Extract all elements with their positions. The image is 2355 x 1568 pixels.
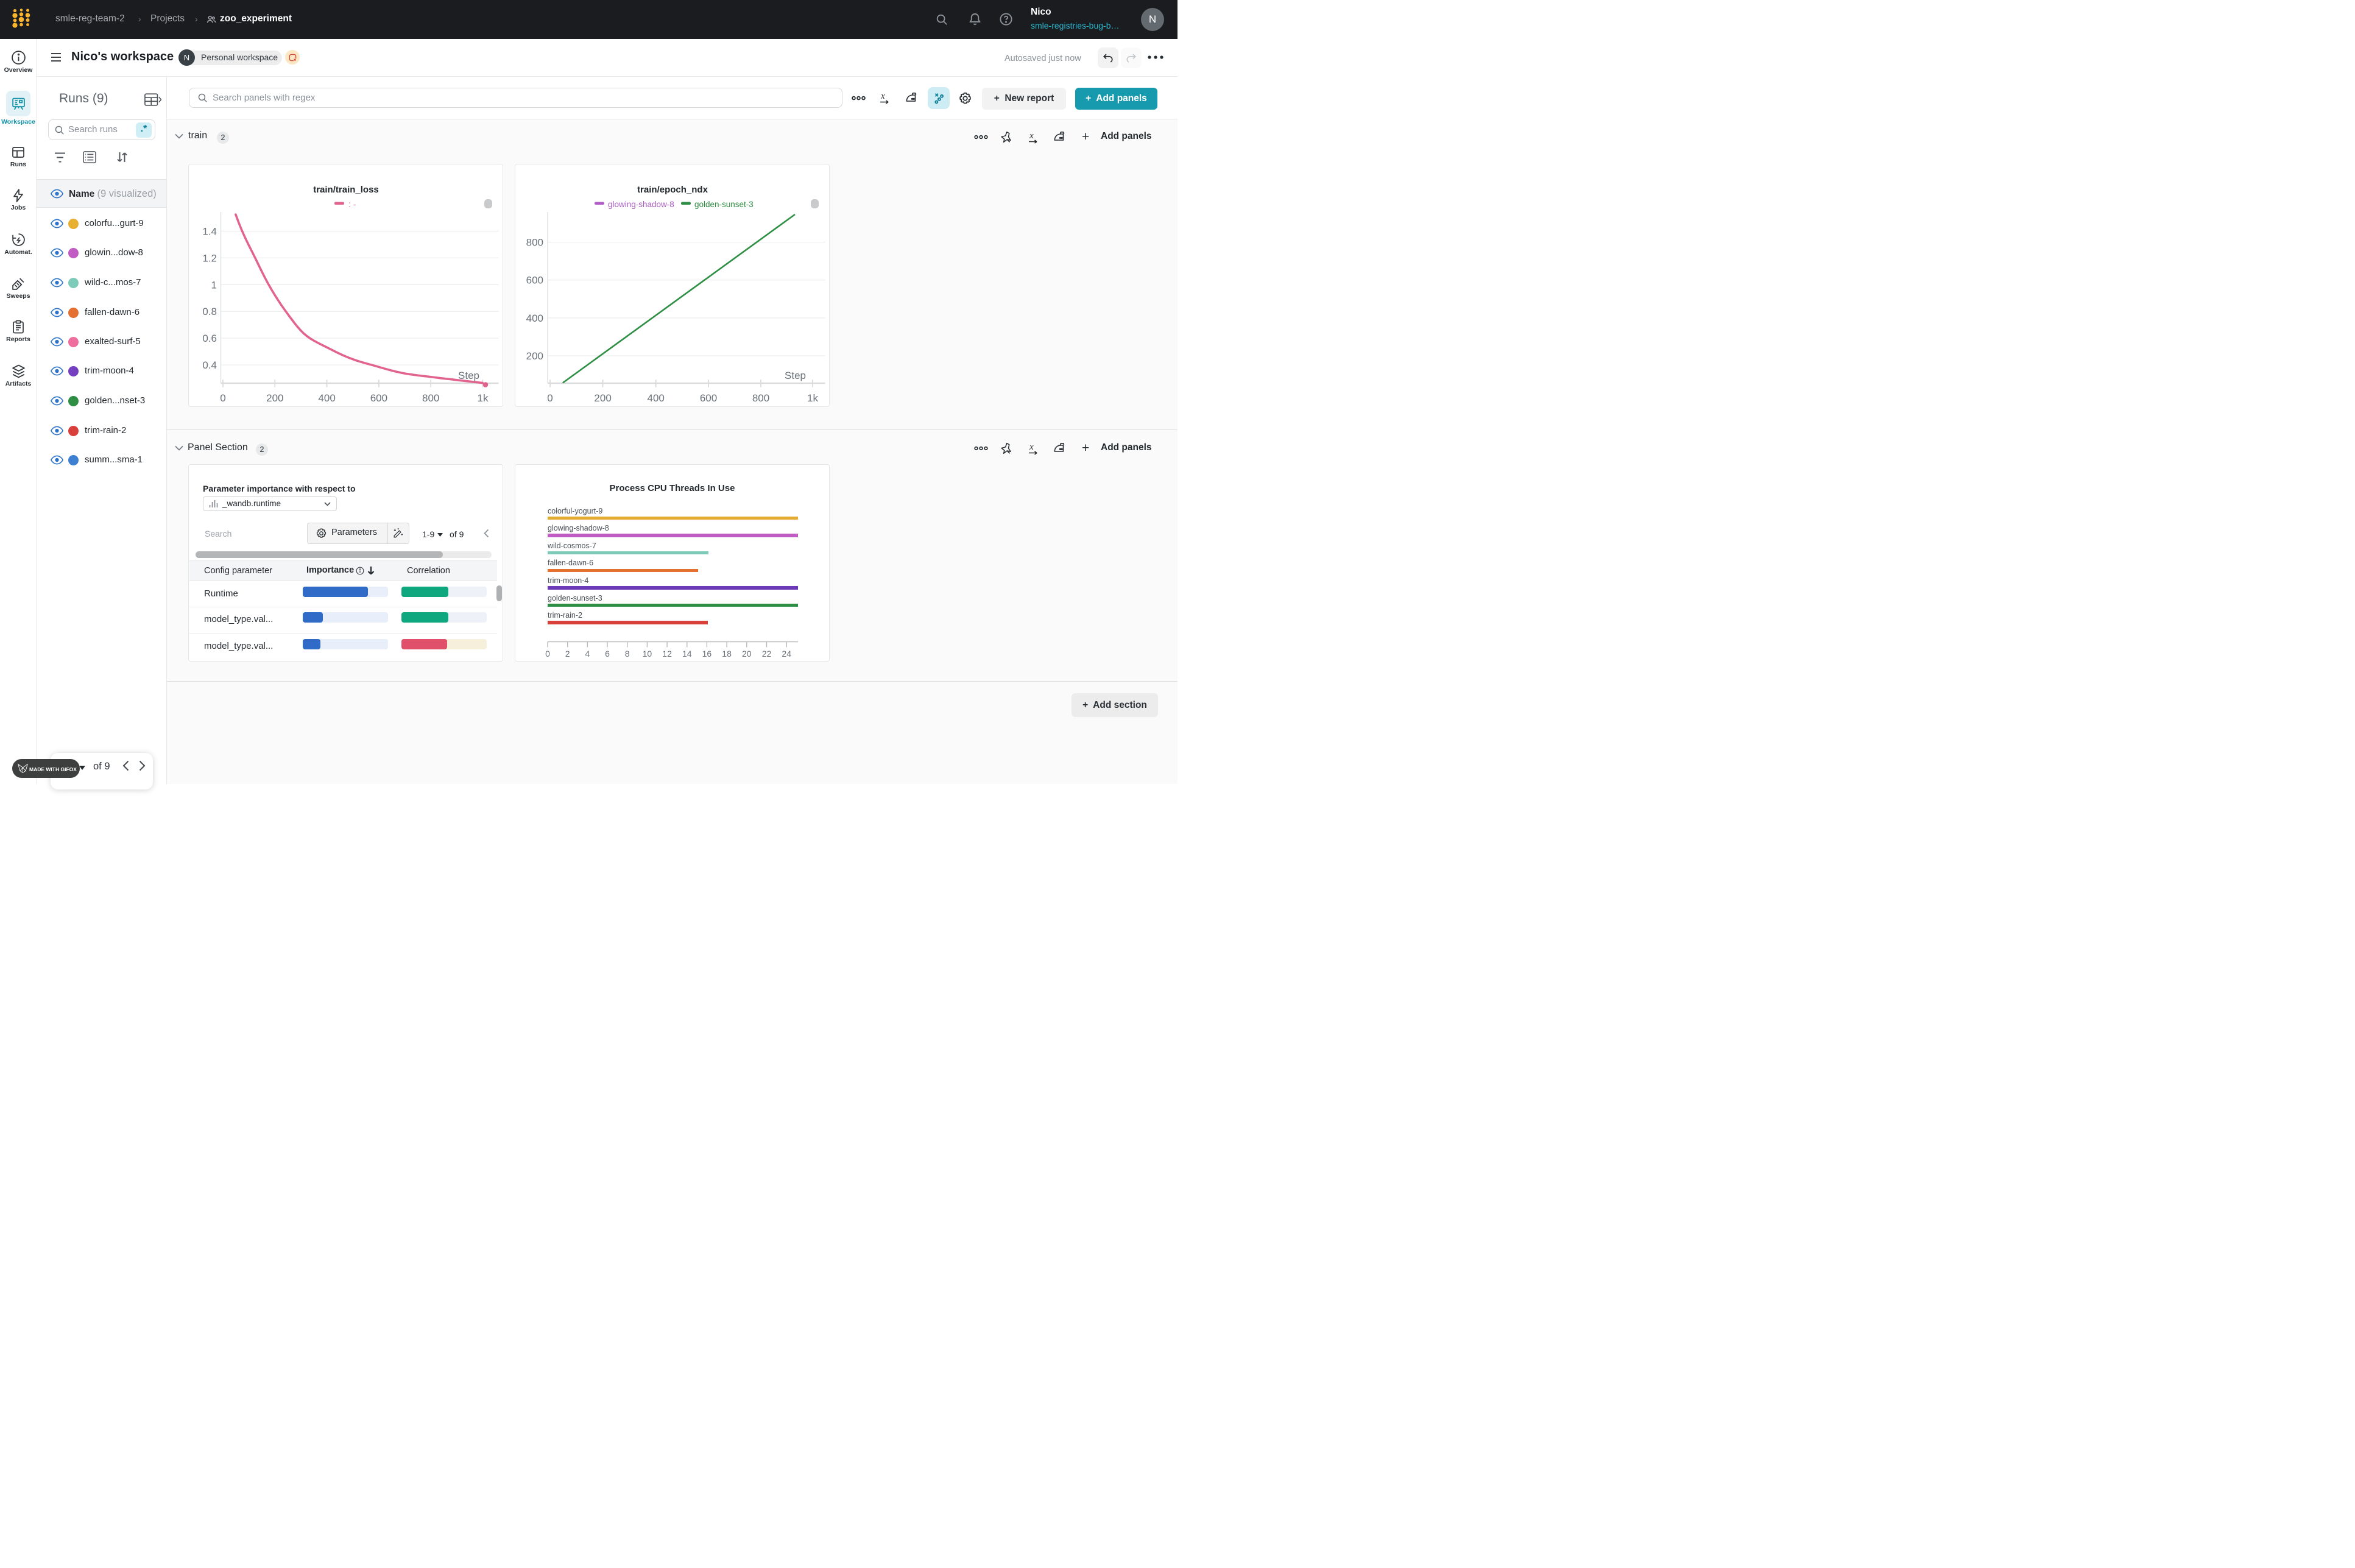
svg-text:x: x xyxy=(880,91,885,101)
svg-text:200: 200 xyxy=(526,350,543,362)
svg-text:800: 800 xyxy=(526,237,543,249)
svg-text:golden-sunset-3: golden-sunset-3 xyxy=(694,200,754,209)
svg-text:0.4: 0.4 xyxy=(202,359,217,371)
svg-text:16: 16 xyxy=(702,649,712,659)
svg-text:8: 8 xyxy=(625,649,630,659)
svg-text:10: 10 xyxy=(643,649,652,659)
svg-text:12: 12 xyxy=(662,649,672,659)
svg-text:1k: 1k xyxy=(478,392,489,404)
svg-text:x: x xyxy=(1029,131,1034,141)
svg-text:x: x xyxy=(1029,442,1034,452)
svg-text:6: 6 xyxy=(605,649,610,659)
svg-text:400: 400 xyxy=(318,392,335,404)
svg-text:1: 1 xyxy=(211,279,217,291)
svg-text:: -: : - xyxy=(348,199,356,209)
svg-text:glowing-shadow-8: glowing-shadow-8 xyxy=(608,200,674,209)
svg-text:400: 400 xyxy=(648,392,665,404)
svg-text:200: 200 xyxy=(266,392,283,404)
svg-text:22: 22 xyxy=(762,649,772,659)
svg-text:600: 600 xyxy=(370,392,387,404)
svg-text:1.2: 1.2 xyxy=(202,252,217,264)
svg-text:200: 200 xyxy=(594,392,611,404)
svg-text:train/epoch_ndx: train/epoch_ndx xyxy=(637,185,708,195)
svg-text:4: 4 xyxy=(585,649,590,659)
svg-text:0: 0 xyxy=(220,392,225,404)
svg-text:600: 600 xyxy=(526,275,543,286)
svg-text:14: 14 xyxy=(682,649,692,659)
svg-text:800: 800 xyxy=(422,392,439,404)
svg-text:0.6: 0.6 xyxy=(202,333,217,344)
svg-text:24: 24 xyxy=(782,649,791,659)
svg-text:18: 18 xyxy=(722,649,732,659)
svg-text:0: 0 xyxy=(545,649,550,659)
svg-text:0.8: 0.8 xyxy=(202,306,217,317)
svg-text:800: 800 xyxy=(752,392,769,404)
svg-text:1.4: 1.4 xyxy=(202,226,217,238)
svg-text:600: 600 xyxy=(700,392,717,404)
svg-text:2: 2 xyxy=(565,649,570,659)
svg-text:0: 0 xyxy=(547,392,553,404)
svg-text:20: 20 xyxy=(742,649,752,659)
svg-text:train/train_loss: train/train_loss xyxy=(313,185,379,195)
svg-text:400: 400 xyxy=(526,313,543,324)
svg-text:1k: 1k xyxy=(807,392,818,404)
svg-text:Step: Step xyxy=(785,370,806,381)
